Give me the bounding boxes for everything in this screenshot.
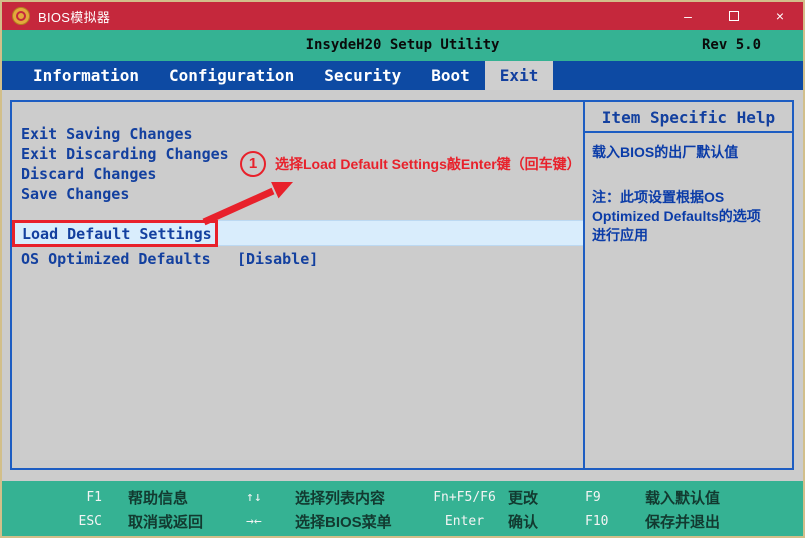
maximize-icon — [729, 11, 739, 21]
exit-menu-panel: Exit Saving Changes Exit Discarding Chan… — [10, 100, 585, 470]
setup-utility-header: InsydeH20 Setup Utility Rev 5.0 — [2, 30, 803, 61]
close-icon: × — [775, 8, 785, 24]
key-updown-label: 选择列表内容 — [295, 489, 386, 507]
key-f9-label: 载入默认值 — [645, 489, 721, 507]
key-leftright-label: 选择BIOS菜单 — [295, 513, 392, 531]
tutorial-highlight-box: Load Default Settings — [12, 220, 218, 247]
key-esc-label: 取消或返回 — [128, 513, 204, 531]
key-f10-label: 保存并退出 — [645, 513, 721, 531]
key-esc: ESC — [78, 513, 102, 529]
key-fn-f5-f6-label: 更改 — [508, 489, 539, 507]
key-f10: F10 — [585, 513, 609, 529]
tab-boot[interactable]: Boot — [416, 61, 485, 90]
maximize-button[interactable] — [711, 2, 757, 30]
menu-item-exit-discarding-changes[interactable]: Exit Discarding Changes — [21, 144, 229, 164]
minimize-icon: – — [684, 8, 692, 24]
key-f1-label: 帮助信息 — [128, 489, 189, 507]
annotation-step-badge: 1 — [240, 151, 266, 177]
minimize-button[interactable]: – — [665, 2, 711, 30]
help-panel-title: Item Specific Help — [585, 102, 792, 133]
window-title: BIOS模拟器 — [38, 9, 111, 25]
key-enter-label: 确认 — [508, 513, 539, 531]
titlebar: BIOS模拟器 – × — [2, 2, 803, 30]
menu-item-discard-changes[interactable]: Discard Changes — [21, 164, 156, 184]
help-note-line: Optimized Defaults的选项 — [592, 208, 761, 224]
bios-menu-bar: Information Configuration Security Boot … — [2, 61, 803, 90]
menu-item-os-optimized-defaults[interactable]: OS Optimized Defaults — [21, 249, 211, 269]
menu-item-save-changes[interactable]: Save Changes — [21, 184, 129, 204]
help-line: 载入BIOS的出厂默认值 — [592, 144, 739, 160]
tab-exit[interactable]: Exit — [484, 61, 554, 90]
menu-item-exit-saving-changes[interactable]: Exit Saving Changes — [21, 124, 193, 144]
menu-item-load-default-settings[interactable]: Load Default Settings — [12, 220, 583, 247]
tab-information[interactable]: Information — [18, 61, 154, 90]
close-button[interactable]: × — [757, 2, 803, 30]
key-f9: F9 — [585, 489, 601, 505]
setup-utility-title: InsydeH20 Setup Utility — [305, 37, 500, 53]
app-logo-icon — [12, 7, 30, 25]
help-panel: Item Specific Help 载入BIOS的出厂默认值 注：此项设置根据… — [583, 100, 794, 470]
key-enter: Enter — [444, 513, 485, 529]
key-f1: F1 — [86, 489, 102, 505]
os-optimized-defaults-value[interactable]: [Disable] — [237, 249, 318, 269]
key-updown-icon: ↑↓ — [246, 489, 262, 505]
revision-label: Rev 5.0 — [702, 37, 762, 53]
tab-security[interactable]: Security — [309, 61, 416, 90]
annotation-text: 选择Load Default Settings敲Enter键（回车键） — [275, 156, 581, 172]
tab-configuration[interactable]: Configuration — [154, 61, 309, 90]
key-fn-f5-f6: Fn+F5/F6 — [433, 489, 496, 505]
load-default-settings-label: Load Default Settings — [22, 224, 212, 243]
bios-emulator-window: BIOS模拟器 – × InsydeH20 Setup Utility Rev … — [0, 0, 805, 538]
key-leftright-icon: →← — [246, 513, 262, 529]
help-note-line: 注：此项设置根据OS — [592, 189, 725, 205]
key-hints-bar: F1 帮助信息 ↑↓ 选择列表内容 Fn+F5/F6 更改 F9 载入默认值 E… — [2, 481, 803, 536]
help-panel-body: 载入BIOS的出厂默认值 注：此项设置根据OS Optimized Defaul… — [585, 133, 792, 255]
help-note-line: 进行应用 — [592, 227, 648, 243]
